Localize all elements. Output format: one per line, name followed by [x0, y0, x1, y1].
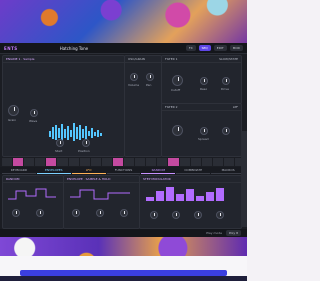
filter2-title[interactable]: FILTER 2 — [165, 105, 178, 109]
title-bar: ENTS Hatching Tone FX SEQ EDIT MOD — [0, 43, 247, 54]
position-knob[interactable] — [82, 139, 90, 147]
app-title: ENTS — [4, 45, 18, 51]
tab-macros[interactable]: MACROS — [211, 167, 246, 174]
play-mode-value[interactable]: Poly 8 — [225, 230, 241, 236]
volume-label: Volume — [128, 83, 140, 87]
side-scroll-strip[interactable] — [241, 131, 247, 227]
reso-knob[interactable] — [200, 77, 208, 85]
filter1-mode[interactable]: SLOW/STATE — [219, 57, 238, 61]
seq-button[interactable]: SEQ — [198, 45, 211, 51]
synth-plugin-window: ENTS Hatching Tone FX SEQ EDIT MOD ENGIN… — [0, 43, 247, 237]
random-mod-graph[interactable] — [8, 187, 56, 203]
tab-random[interactable]: RANDOM — [141, 167, 176, 174]
preset-name[interactable]: Hatching Tone — [60, 46, 88, 51]
sample-hold-graph[interactable] — [70, 187, 130, 203]
tab-envelopes[interactable]: ENVELOPES — [36, 167, 71, 174]
filter2-cutoff-knob[interactable] — [172, 125, 183, 136]
note-indicator-strip[interactable] — [0, 158, 247, 166]
play-mode-label: Play mode — [206, 231, 222, 235]
tab-keyboard[interactable]: KEYBOARD — [2, 167, 36, 174]
position-label: Position — [78, 149, 90, 153]
step-modulator-header: STEP MODULATOR — [140, 176, 241, 183]
filter2-drive-knob[interactable] — [222, 127, 230, 135]
status-bar: Play mode Poly 8 — [0, 229, 247, 237]
filter2-header: FILTER 2 LPF — [162, 104, 241, 111]
step-modulator-title[interactable]: STEP MODULATOR — [143, 177, 171, 181]
random-mod-title[interactable]: RANDOM — [6, 177, 20, 181]
fx-button[interactable]: FX — [185, 45, 196, 51]
random-mod-header: RANDOM — [3, 176, 63, 183]
volume-knob[interactable] — [130, 73, 138, 81]
step-depth-knob[interactable] — [216, 211, 224, 219]
tab-lfo[interactable]: LFO — [71, 167, 106, 174]
step-sequence[interactable] — [146, 185, 234, 205]
sample-waveform[interactable] — [46, 121, 110, 143]
header-buttons: FX SEQ EDIT MOD — [185, 45, 243, 51]
step-swing-knob[interactable] — [194, 211, 202, 219]
sh-smooth-knob[interactable] — [120, 209, 128, 217]
spread-knob[interactable] — [200, 127, 208, 135]
filter1-title[interactable]: FILTER 1 — [165, 57, 178, 61]
engine-panel-header: ENGINE 1 · Sample — [3, 56, 124, 63]
random-smooth-knob[interactable] — [36, 209, 44, 217]
engine-title[interactable]: ENGINE 1 · Sample — [6, 57, 34, 61]
pan-label: Pan — [146, 83, 152, 87]
filter2-mode[interactable]: LPF — [233, 105, 238, 109]
drive-knob[interactable] — [222, 77, 230, 85]
wave-knob[interactable] — [30, 109, 38, 117]
reso-label: Reso — [200, 87, 208, 91]
random-rate-knob[interactable] — [12, 209, 20, 217]
grain-label: Grain — [8, 118, 17, 122]
step-glide-knob[interactable] — [172, 211, 180, 219]
start-knob[interactable] — [56, 139, 64, 147]
osc-panel: OSC/GRAIN — [124, 55, 162, 157]
grain-knob[interactable] — [8, 105, 19, 116]
tab-functions[interactable]: FUNCTIONS — [106, 167, 141, 174]
filter1-header: FILTER 1 SLOW/STATE — [162, 56, 241, 63]
cutoff-knob[interactable] — [172, 75, 183, 86]
sample-hold-title[interactable]: ENVELOPE · SAMPLE & HOLD — [67, 177, 110, 181]
step-rate-knob[interactable] — [150, 211, 158, 219]
pan-knob[interactable] — [146, 73, 154, 81]
cutoff-label: Cutoff — [171, 88, 181, 92]
sh-amount-knob[interactable] — [96, 209, 104, 217]
mod-button[interactable]: MOD — [229, 45, 243, 51]
wave-label: Wave — [29, 119, 38, 123]
drive-label: Drive — [221, 87, 229, 91]
start-label: Start — [55, 149, 63, 153]
spread-label: Spread — [198, 137, 209, 141]
modulation-tabs: KEYBOARD ENVELOPES LFO FUNCTIONS RANDOM … — [0, 167, 247, 174]
osc-panel-header: OSC/GRAIN — [125, 56, 161, 63]
background-band — [0, 276, 247, 281]
tab-combinate[interactable]: COMBINATE — [176, 167, 211, 174]
sh-rate-knob[interactable] — [72, 209, 80, 217]
edit-button[interactable]: EDIT — [213, 45, 227, 51]
osc-title[interactable]: OSC/GRAIN — [128, 57, 145, 61]
sample-hold-header: ENVELOPE · SAMPLE & HOLD — [64, 176, 139, 183]
